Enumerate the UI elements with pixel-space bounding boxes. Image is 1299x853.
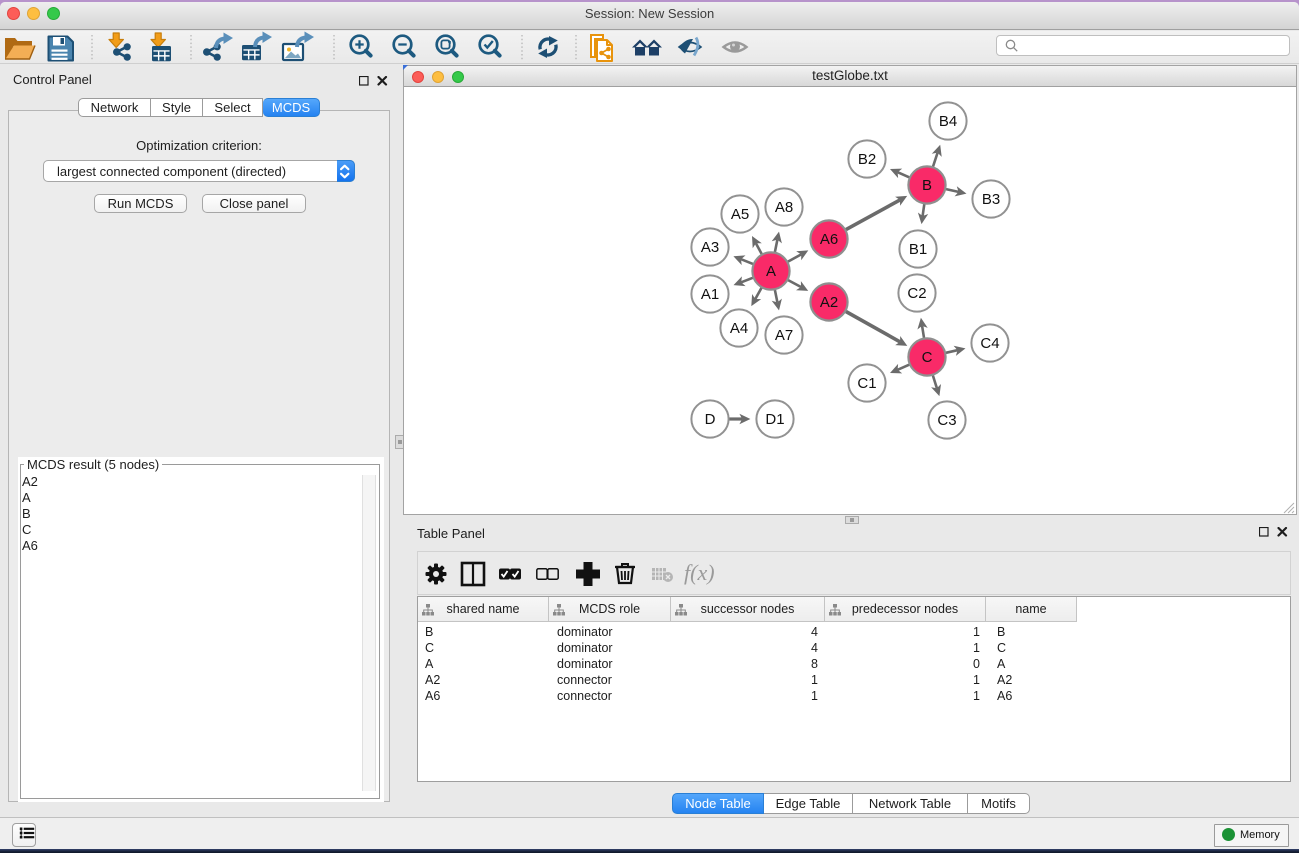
svg-text:A8: A8 xyxy=(775,199,793,216)
svg-text:D1: D1 xyxy=(765,411,784,428)
svg-text:C4: C4 xyxy=(980,335,999,352)
svg-text:A5: A5 xyxy=(731,206,749,223)
svg-text:A4: A4 xyxy=(730,320,748,337)
svg-text:A3: A3 xyxy=(701,239,719,256)
svg-text:A: A xyxy=(766,263,776,280)
svg-text:D: D xyxy=(705,411,716,428)
svg-text:C1: C1 xyxy=(857,375,876,392)
svg-text:C3: C3 xyxy=(937,412,956,429)
svg-text:A6: A6 xyxy=(820,231,838,248)
svg-text:B4: B4 xyxy=(939,113,957,130)
svg-text:C2: C2 xyxy=(907,285,926,302)
svg-text:A1: A1 xyxy=(701,286,719,303)
svg-text:A2: A2 xyxy=(820,294,838,311)
svg-text:A7: A7 xyxy=(775,327,793,344)
svg-text:B3: B3 xyxy=(982,191,1000,208)
svg-text:C: C xyxy=(922,349,933,366)
svg-text:B: B xyxy=(922,177,932,194)
svg-text:B1: B1 xyxy=(909,241,927,258)
svg-text:B2: B2 xyxy=(858,151,876,168)
